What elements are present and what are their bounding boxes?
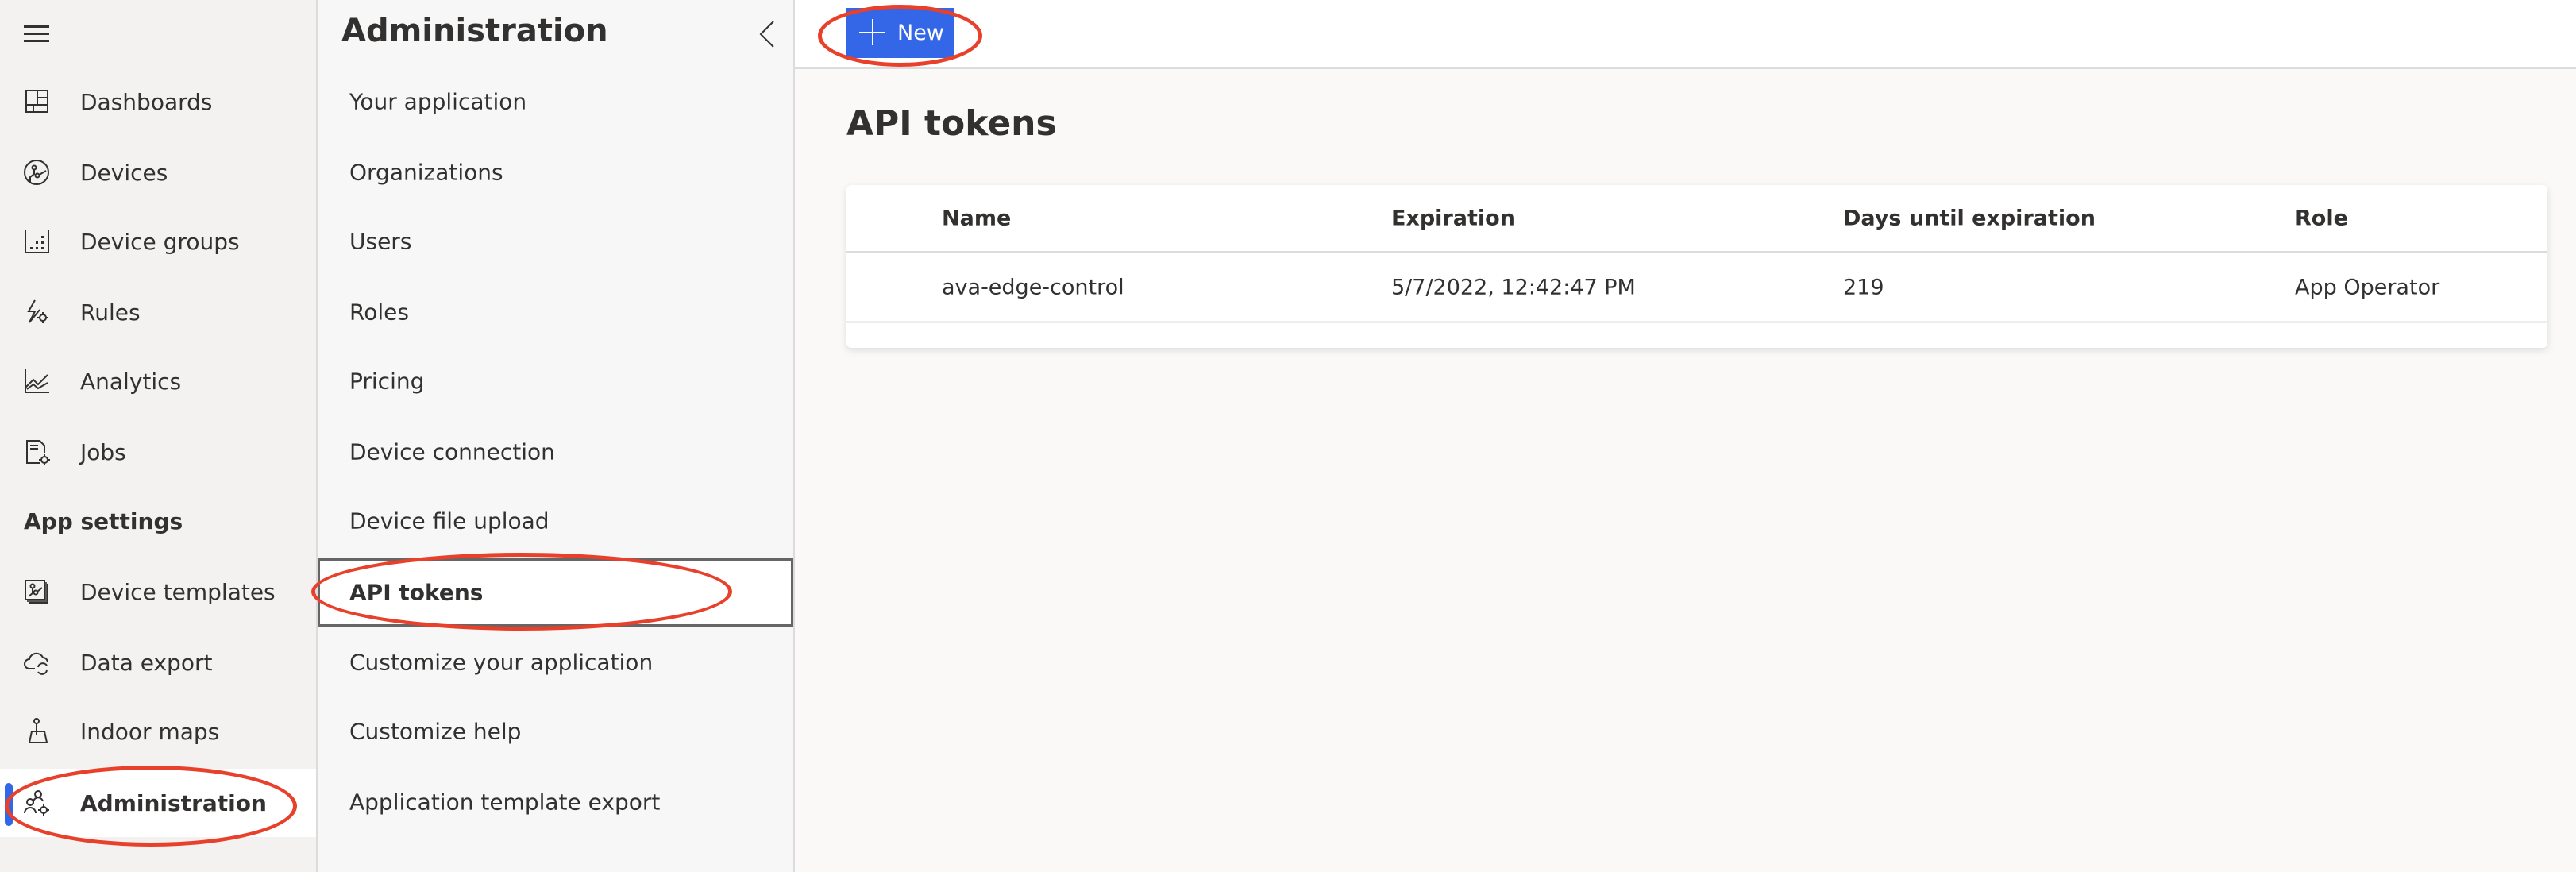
token-expiration: 5/7/2022, 12:42:47 PM bbox=[1391, 275, 1636, 299]
table-header: Name Expiration Days until expiration Ro… bbox=[846, 185, 2547, 253]
admin-item-label: Customize your application bbox=[349, 649, 654, 676]
admin-item-roles[interactable]: Roles bbox=[318, 279, 793, 345]
column-header-name[interactable]: Name bbox=[942, 206, 1011, 230]
admin-item-label: Pricing bbox=[349, 368, 425, 395]
nav-item-analytics[interactable]: Analytics bbox=[0, 348, 316, 415]
nav-label: Administration bbox=[80, 789, 267, 816]
token-days-until-expiration: 219 bbox=[1843, 275, 1884, 299]
column-header-expiration[interactable]: Expiration bbox=[1391, 206, 1515, 230]
jobs-icon bbox=[26, 440, 50, 465]
nav-item-data-export[interactable]: Data export bbox=[0, 629, 316, 696]
admin-item-label: Your application bbox=[349, 88, 527, 115]
nav-item-rules[interactable]: Rules bbox=[0, 279, 316, 345]
admin-item-label: Device connection bbox=[349, 438, 555, 465]
chevron-left-icon[interactable] bbox=[756, 19, 780, 49]
admin-item-device-file-upload[interactable]: Device file upload bbox=[318, 488, 793, 554]
nav-label: Device groups bbox=[80, 228, 240, 255]
plus-icon bbox=[859, 19, 886, 46]
token-role: App Operator bbox=[2295, 275, 2440, 299]
dashboard-icon bbox=[25, 90, 48, 113]
analytics-icon bbox=[25, 369, 49, 393]
page-title: API tokens bbox=[846, 103, 1057, 144]
administration-icon bbox=[24, 790, 49, 816]
administration-panel: Administration Your application Organiza… bbox=[316, 0, 795, 872]
nav-label: Analytics bbox=[80, 368, 182, 395]
indoor-maps-icon bbox=[28, 718, 48, 743]
nav-label: Devices bbox=[80, 159, 168, 186]
left-nav: Dashboards Devices Device groups Rules A… bbox=[0, 0, 316, 872]
nav-item-administration[interactable]: Administration bbox=[0, 769, 316, 837]
nav-label: Dashboards bbox=[80, 88, 213, 115]
new-button-label: New bbox=[897, 21, 944, 45]
admin-item-label: Customize help bbox=[349, 718, 522, 745]
admin-item-label: Organizations bbox=[349, 159, 503, 186]
nav-label: Data export bbox=[80, 649, 213, 676]
device-groups-icon bbox=[25, 230, 49, 253]
rules-icon bbox=[27, 299, 48, 323]
admin-item-customize-your-application[interactable]: Customize your application bbox=[318, 629, 793, 696]
nav-label: Device templates bbox=[80, 578, 276, 605]
section-header-app-settings: App settings bbox=[24, 508, 183, 534]
nav-label: Indoor maps bbox=[80, 718, 220, 745]
admin-item-api-tokens[interactable]: API tokens bbox=[318, 558, 793, 627]
admin-item-label: Roles bbox=[349, 299, 409, 326]
nav-item-dashboards[interactable]: Dashboards bbox=[0, 68, 316, 135]
admin-item-application-template-export[interactable]: Application template export bbox=[318, 769, 793, 835]
nav-item-device-templates[interactable]: Device templates bbox=[0, 558, 316, 625]
column-header-role[interactable]: Role bbox=[2295, 206, 2348, 230]
new-token-button[interactable]: New bbox=[846, 8, 954, 58]
data-export-icon bbox=[24, 652, 48, 675]
token-name: ava-edge-control bbox=[942, 275, 1124, 299]
device-templates-icon bbox=[25, 580, 48, 604]
admin-item-device-connection[interactable]: Device connection bbox=[318, 419, 793, 485]
admin-item-label: API tokens bbox=[349, 579, 484, 606]
hamburger-icon[interactable] bbox=[24, 24, 51, 43]
nav-item-indoor-maps[interactable]: Indoor maps bbox=[0, 698, 316, 765]
admin-item-your-application[interactable]: Your application bbox=[318, 68, 793, 135]
api-tokens-table: Name Expiration Days until expiration Ro… bbox=[846, 185, 2547, 348]
admin-item-pricing[interactable]: Pricing bbox=[318, 348, 793, 415]
devices-icon bbox=[24, 160, 49, 185]
nav-label: Rules bbox=[80, 299, 141, 326]
panel-title: Administration bbox=[341, 13, 608, 49]
admin-item-label: Device file upload bbox=[349, 507, 550, 534]
nav-item-device-groups[interactable]: Device groups bbox=[0, 208, 316, 275]
admin-item-organizations[interactable]: Organizations bbox=[318, 139, 793, 206]
table-row[interactable]: ava-edge-control 5/7/2022, 12:42:47 PM 2… bbox=[846, 253, 2547, 323]
nav-item-jobs[interactable]: Jobs bbox=[0, 419, 316, 485]
command-bar: New bbox=[795, 0, 2576, 69]
column-header-days-until-expiration[interactable]: Days until expiration bbox=[1843, 206, 2096, 230]
nav-label: Jobs bbox=[80, 438, 126, 465]
selected-indicator bbox=[5, 783, 13, 826]
admin-item-users[interactable]: Users bbox=[318, 208, 793, 275]
admin-item-customize-help[interactable]: Customize help bbox=[318, 698, 793, 765]
admin-item-label: Application template export bbox=[349, 789, 661, 816]
admin-item-label: Users bbox=[349, 228, 412, 255]
nav-item-devices[interactable]: Devices bbox=[0, 139, 316, 206]
